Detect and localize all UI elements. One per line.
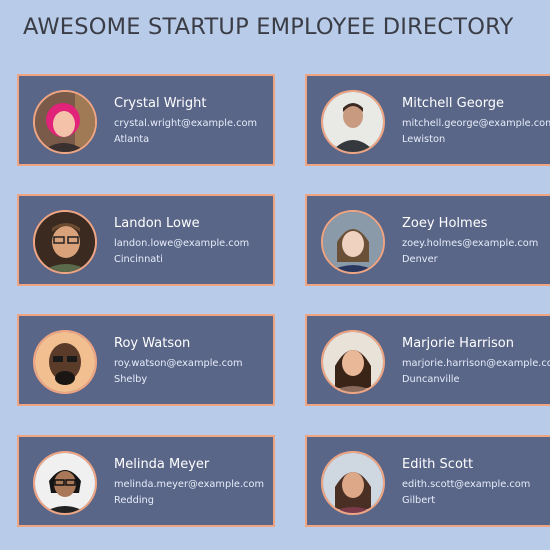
employee-card[interactable]: Crystal Wright crystal.wright@example.co… <box>17 74 275 166</box>
employee-name: Zoey Holmes <box>402 216 488 231</box>
employee-name: Landon Lowe <box>114 216 200 231</box>
employee-city: Redding <box>114 495 154 506</box>
employee-city: Atlanta <box>114 134 150 145</box>
employee-city: Lewiston <box>402 134 446 145</box>
employee-email: edith.scott@example.com <box>402 479 531 490</box>
employee-email: mitchell.george@example.com <box>402 118 550 129</box>
employee-city: Gilbert <box>402 495 436 506</box>
employee-city: Cincinnati <box>114 254 163 265</box>
employee-email: melinda.meyer@example.com <box>114 479 264 490</box>
employee-email: landon.lowe@example.com <box>114 238 250 249</box>
employee-avatar <box>33 330 97 394</box>
employee-name: Edith Scott <box>402 457 474 472</box>
employee-avatar <box>321 330 385 394</box>
employee-card[interactable]: Marjorie Harrison marjorie.harrison@exam… <box>305 314 550 406</box>
employee-card[interactable]: Mitchell George mitchell.george@example.… <box>305 74 550 166</box>
employee-card[interactable]: Landon Lowe landon.lowe@example.com Cinc… <box>17 194 275 286</box>
page-title: AWESOME STARTUP EMPLOYEE DIRECTORY <box>23 14 514 40</box>
employee-city: Duncanville <box>402 374 460 385</box>
employee-email: crystal.wright@example.com <box>114 118 258 129</box>
employee-card[interactable]: Zoey Holmes zoey.holmes@example.com Denv… <box>305 194 550 286</box>
employee-email: marjorie.harrison@example.com <box>402 358 550 369</box>
employee-avatar <box>33 210 97 274</box>
employee-card[interactable]: Edith Scott edith.scott@example.com Gilb… <box>305 435 550 527</box>
employee-card[interactable]: Roy Watson roy.watson@example.com Shelby <box>17 314 275 406</box>
employee-name: Mitchell George <box>402 96 505 111</box>
employee-avatar <box>321 210 385 274</box>
employee-avatar <box>33 451 97 515</box>
employee-avatar <box>321 451 385 515</box>
employee-card[interactable]: Melinda Meyer melinda.meyer@example.com … <box>17 435 275 527</box>
employee-email: zoey.holmes@example.com <box>402 238 539 249</box>
employee-name: Crystal Wright <box>114 96 207 111</box>
employee-avatar <box>33 90 97 154</box>
employee-avatar <box>321 90 385 154</box>
employee-city: Shelby <box>114 374 148 385</box>
employee-name: Roy Watson <box>114 336 191 351</box>
employee-name: Melinda Meyer <box>114 457 210 472</box>
employee-email: roy.watson@example.com <box>114 358 243 369</box>
employee-city: Denver <box>402 254 438 265</box>
employee-name: Marjorie Harrison <box>402 336 514 351</box>
